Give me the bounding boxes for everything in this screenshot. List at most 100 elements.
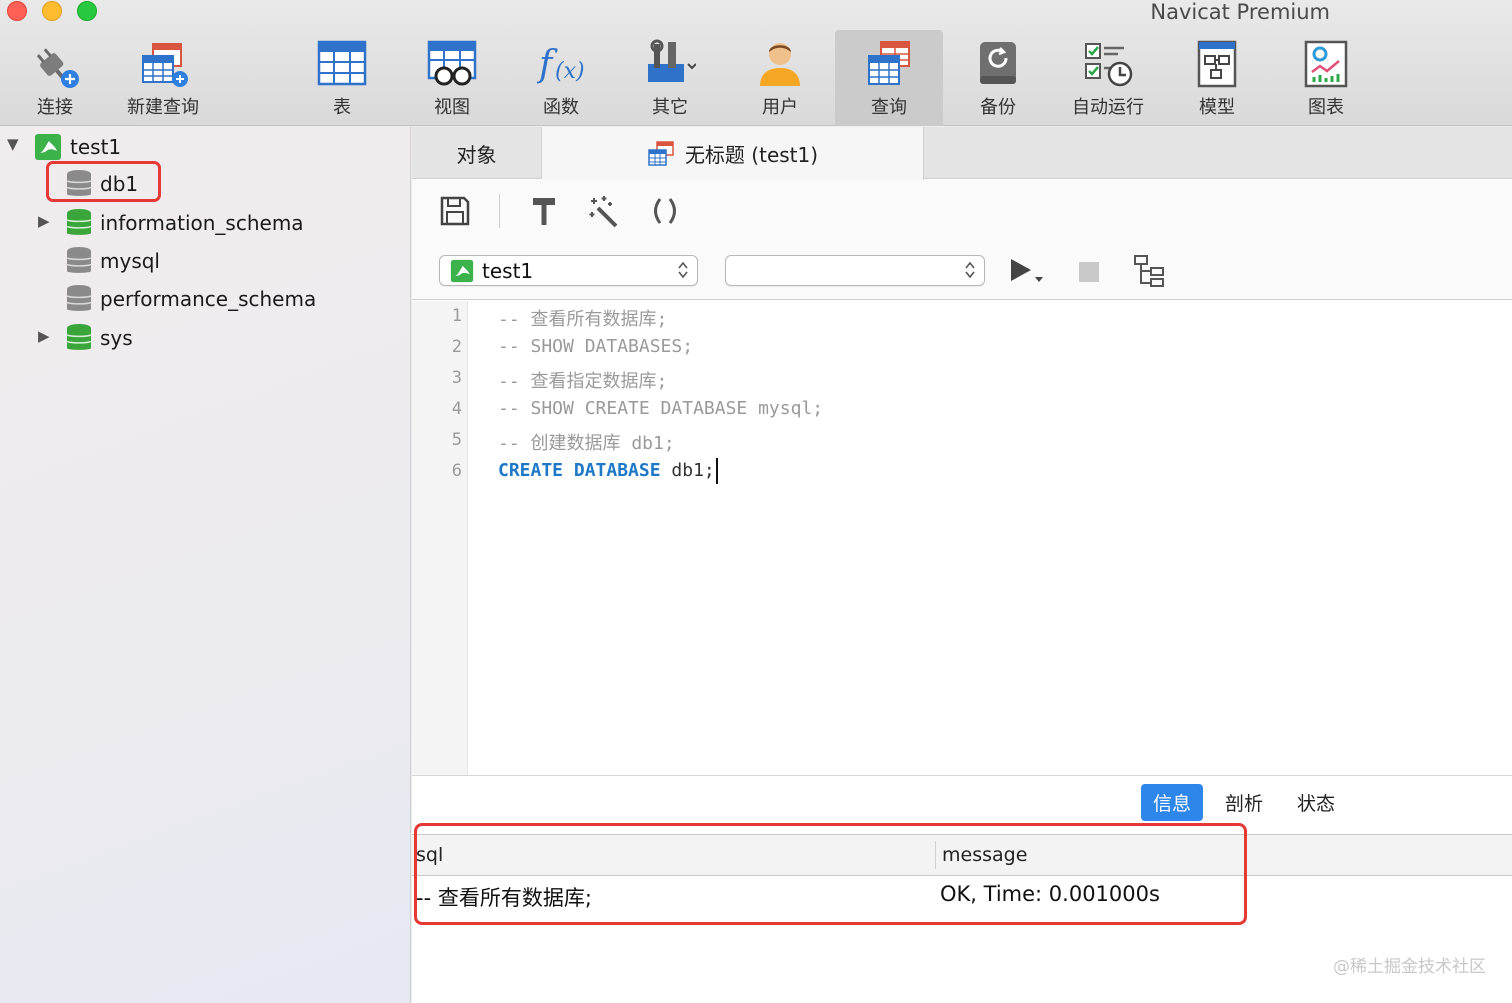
toolbar-table-button[interactable]: 表 xyxy=(288,30,396,126)
collapsed-triangle-icon[interactable]: ▶ xyxy=(38,327,50,345)
database-node-db1[interactable]: db1 xyxy=(66,167,138,201)
line-number: 1 xyxy=(451,306,462,326)
toolbar-new-query-button[interactable]: 新建查询 xyxy=(109,30,217,126)
toolbar-query-button[interactable]: 查询 xyxy=(835,30,943,126)
sql-editor[interactable]: 1 2 3 4 5 6 -- 查看所有数据库; -- SHOW DATABASE… xyxy=(412,301,1512,775)
window-toolbar: Navicat Premium 连接 新建查询 表 视图 f (x) 函数 其它… xyxy=(0,0,1512,126)
database-node-sys[interactable]: sys xyxy=(66,321,133,355)
collapsed-triangle-icon[interactable]: ▶ xyxy=(38,212,50,230)
model-icon xyxy=(1197,40,1237,88)
view-icon xyxy=(427,40,477,86)
navigation-sidebar: ▼ test1 db1 ▶ information_schema mysql p… xyxy=(0,127,411,1003)
text-caret xyxy=(715,458,718,484)
database-icon xyxy=(66,324,92,350)
toolbar-connection-label: 连接 xyxy=(37,97,73,118)
toolbar-new-query-label: 新建查询 xyxy=(127,97,199,118)
backup-icon xyxy=(980,42,1016,84)
new-query-icon xyxy=(142,43,188,87)
user-icon xyxy=(760,43,800,86)
toolbar-table-label: 表 xyxy=(333,97,351,118)
expanded-triangle-icon[interactable]: ▼ xyxy=(7,135,19,153)
result-tab-info[interactable]: 信息 xyxy=(1141,784,1204,821)
tab-objects[interactable]: 对象 xyxy=(412,127,542,179)
line-number-gutter: 1 2 3 4 5 6 xyxy=(412,301,468,775)
database-icon xyxy=(66,170,92,196)
toolbar-view-button[interactable]: 视图 xyxy=(398,30,506,126)
toolbar-backup-button[interactable]: 备份 xyxy=(944,30,1052,126)
zoom-window-button[interactable] xyxy=(77,1,97,21)
database-icon xyxy=(66,285,92,311)
result-tab-status[interactable]: 状态 xyxy=(1285,784,1347,821)
explain-plan-icon[interactable] xyxy=(1133,254,1167,288)
result-tab-profile[interactable]: 剖析 xyxy=(1213,784,1275,821)
run-icon[interactable] xyxy=(1008,256,1048,288)
code-line: -- 查看所有数据库; xyxy=(498,309,668,330)
database-icon xyxy=(66,209,92,235)
database-name: information_schema xyxy=(100,211,304,235)
code-line: -- SHOW CREATE DATABASE mysql; xyxy=(498,398,824,419)
toolbar-user-label: 用户 xyxy=(762,97,798,118)
editor-toolbar xyxy=(412,180,1512,240)
line-number: 4 xyxy=(451,399,462,419)
toolbar-user-button[interactable]: 用户 xyxy=(726,30,834,126)
line-number: 5 xyxy=(451,430,462,450)
toolbar-chart-button[interactable]: 图表 xyxy=(1272,30,1380,126)
line-number: 2 xyxy=(451,337,462,357)
result-highlight-box xyxy=(414,823,1247,925)
database-icon xyxy=(66,247,92,273)
connection-node[interactable]: test1 xyxy=(34,130,121,164)
connection-name: test1 xyxy=(70,135,122,159)
up-down-chevron-icon xyxy=(965,261,975,279)
tab-query-label: 无标题 (test1) xyxy=(684,143,819,167)
mysql-connection-icon xyxy=(450,259,474,282)
watermark: @稀土掘金技术社区 xyxy=(1333,957,1486,977)
query-selector-bar: test1 xyxy=(412,240,1512,300)
automation-icon xyxy=(1085,43,1133,87)
connection-select[interactable]: test1 xyxy=(439,255,698,286)
toolbar-backup-label: 备份 xyxy=(980,97,1016,118)
main-panel: 对象 无标题 (test1) test1 1 2 3 4 5 6 -- 查看所有… xyxy=(412,127,1512,1003)
database-name: performance_schema xyxy=(100,287,317,311)
code-line: CREATE DATABASE db1; xyxy=(498,458,718,484)
toolbar-model-label: 模型 xyxy=(1199,97,1235,118)
toolbar-view-label: 视图 xyxy=(434,97,470,118)
app-title: Navicat Premium xyxy=(1150,0,1330,24)
database-node-performance-schema[interactable]: performance_schema xyxy=(66,282,316,316)
line-number: 6 xyxy=(451,461,462,481)
chart-icon xyxy=(1304,40,1348,88)
database-node-information-schema[interactable]: information_schema xyxy=(66,206,304,240)
save-icon[interactable] xyxy=(438,194,472,228)
connection-select-value: test1 xyxy=(482,258,534,283)
toolbar-function-label: 函数 xyxy=(543,97,579,118)
stop-icon[interactable] xyxy=(1079,262,1099,282)
svg-text:(x): (x) xyxy=(555,59,585,84)
mysql-connection-icon xyxy=(35,134,61,160)
sql-keyword: CREATE xyxy=(498,460,564,481)
database-name: db1 xyxy=(100,172,139,196)
database-select[interactable] xyxy=(725,255,985,286)
table-icon xyxy=(317,40,367,86)
toolbar-automation-label: 自动运行 xyxy=(1072,97,1144,118)
toolbar-separator xyxy=(499,194,500,228)
database-name: sys xyxy=(100,326,133,350)
toolbar-connection-button[interactable]: 连接 xyxy=(1,30,109,126)
toolbar-query-label: 查询 xyxy=(871,97,907,118)
query-tab-icon xyxy=(648,140,674,166)
connection-plug-icon xyxy=(36,48,79,88)
tab-bar: 对象 无标题 (test1) xyxy=(412,127,1512,180)
toolbar-function-button[interactable]: f (x) 函数 xyxy=(507,30,615,126)
close-window-button[interactable] xyxy=(7,1,27,21)
toolbar-automation-button[interactable]: 自动运行 xyxy=(1054,30,1162,126)
code-wizard-icon[interactable] xyxy=(588,194,622,228)
code-line: -- 创建数据库 db1; xyxy=(498,433,675,454)
toolbar-other-button[interactable]: 其它 xyxy=(616,30,724,126)
parentheses-icon[interactable] xyxy=(648,194,682,228)
tab-untitled-query[interactable]: 无标题 (test1) xyxy=(542,127,924,180)
beautify-sql-icon[interactable] xyxy=(528,194,562,228)
database-name: mysql xyxy=(100,249,160,273)
database-node-mysql[interactable]: mysql xyxy=(66,244,160,278)
toolbar-model-button[interactable]: 模型 xyxy=(1163,30,1271,126)
minimize-window-button[interactable] xyxy=(42,1,62,21)
tools-icon xyxy=(648,39,696,82)
sql-keyword: DATABASE xyxy=(573,460,661,481)
